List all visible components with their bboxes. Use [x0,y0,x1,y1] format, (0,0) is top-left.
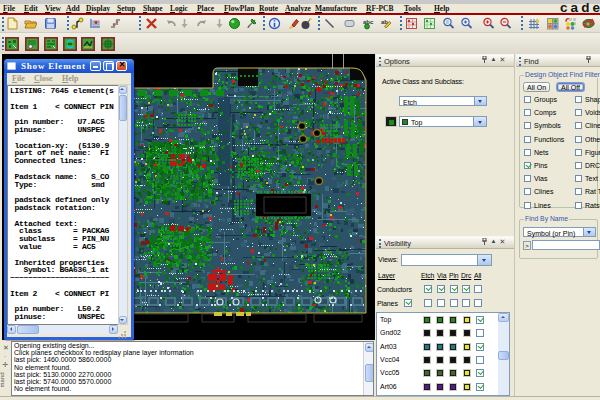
svg-text:abc: abc [363,19,374,25]
